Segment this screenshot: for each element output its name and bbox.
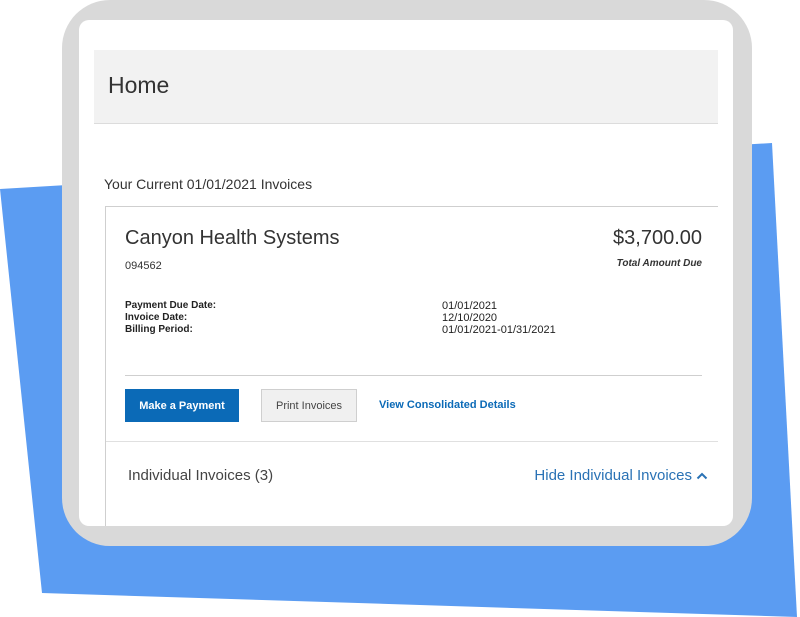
total-amount: $3,700.00	[613, 227, 702, 249]
chevron-up-icon	[696, 472, 708, 479]
individual-invoices-label: Individual Invoices (3)	[128, 467, 274, 484]
app-screen: Home Your Current 01/01/2021 Invoices Ca…	[79, 20, 733, 526]
view-consolidated-details-link[interactable]: View Consolidated Details	[379, 399, 516, 411]
invoice-date-label: Invoice Date:	[125, 312, 188, 323]
hide-individual-invoices-toggle[interactable]: Hide Individual Invoices	[534, 467, 708, 484]
invoice-detail-values: 01/01/2021 12/10/2020 01/01/2021-01/31/2…	[442, 300, 556, 336]
company-name: Canyon Health Systems	[125, 227, 340, 249]
invoices-heading: Your Current 01/01/2021 Invoices	[104, 176, 313, 192]
hide-individual-invoices-label: Hide Individual Invoices	[534, 467, 692, 484]
payment-due-date-value: 01/01/2021	[442, 300, 498, 312]
print-invoices-button[interactable]: Print Invoices	[261, 389, 357, 422]
billing-period-value: 01/01/2021-01/31/2021	[442, 324, 556, 336]
payment-due-date-label: Payment Due Date:	[125, 300, 217, 311]
invoice-card: Canyon Health Systems 094562 $3,700.00 T…	[105, 206, 718, 526]
card-divider	[125, 375, 702, 376]
page-header: Home	[94, 50, 718, 124]
billing-period-label: Billing Period:	[125, 324, 193, 335]
section-divider	[106, 441, 718, 442]
invoice-detail-labels: Payment Due Date: Invoice Date: Billing …	[125, 300, 216, 336]
account-number: 094562	[125, 260, 162, 272]
make-payment-button[interactable]: Make a Payment	[125, 389, 239, 422]
invoice-date-value: 12/10/2020	[442, 312, 498, 324]
total-amount-label: Total Amount Due	[616, 258, 702, 269]
page-title: Home	[108, 72, 170, 98]
